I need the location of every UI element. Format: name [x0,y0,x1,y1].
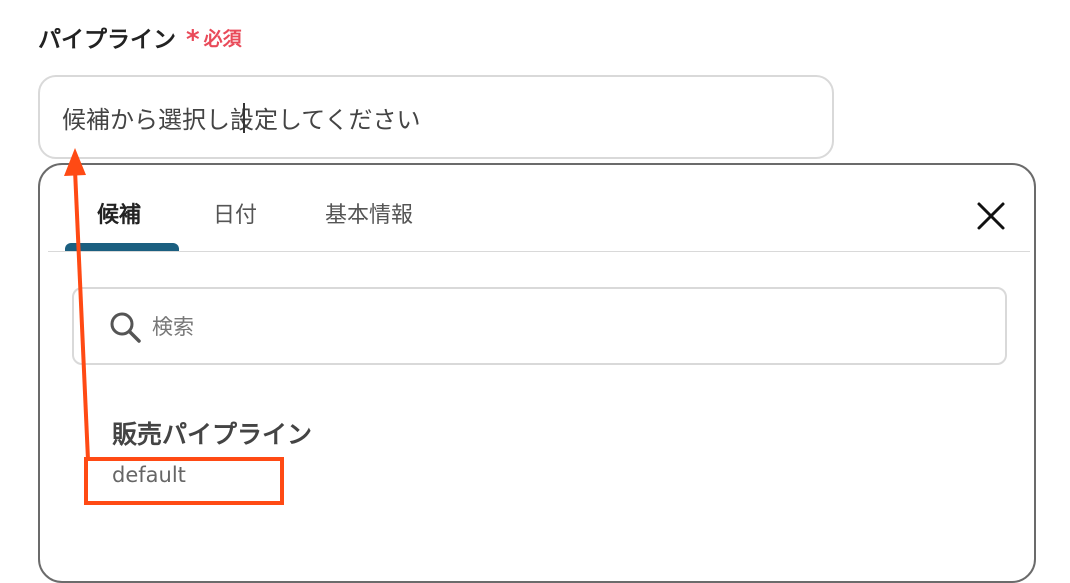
close-icon[interactable] [974,199,1008,233]
pipeline-input-value: 候補から選択し設定してください [62,105,421,134]
search-icon [108,310,142,344]
active-tab-indicator [65,243,179,251]
pipeline-input[interactable]: 候補から選択し設定してください [38,75,834,159]
option-title: 販売パイプライン [112,420,313,449]
tab-basic-info[interactable]: 基本情報 [325,197,413,229]
search-box[interactable] [72,287,1007,365]
tab-date[interactable]: 日付 [213,197,257,229]
list-item[interactable]: 販売パイプライン default [110,415,510,487]
candidate-dropdown-panel: 候補 日付 基本情報 販売パイプライン default [38,163,1036,583]
panel-tabs: 候補 日付 基本情報 [40,165,1034,253]
required-text: 必須 [203,27,242,50]
tab-candidates[interactable]: 候補 [97,197,141,229]
search-input[interactable] [150,289,994,365]
tabs-divider [48,251,1030,252]
required-asterisk: * [186,25,200,55]
field-label-text: パイプライン [38,27,176,53]
option-subtitle: default [112,463,186,487]
pipeline-field-label: パイプライン * 必須 [38,20,242,54]
text-caret [243,103,245,133]
